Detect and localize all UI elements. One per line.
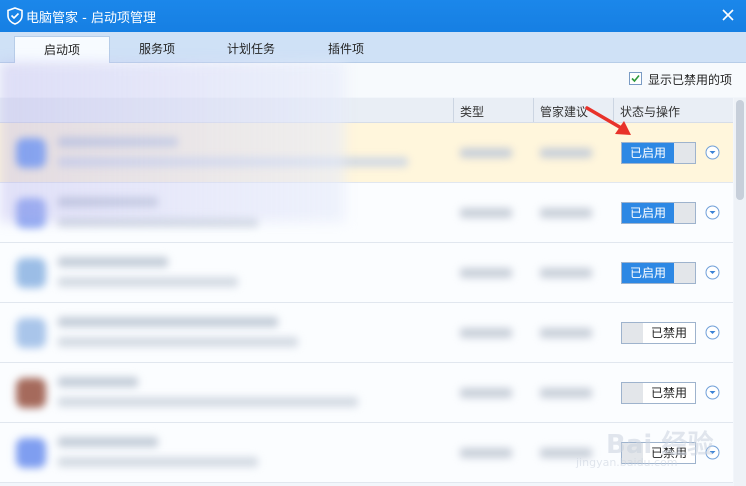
tab-services[interactable]: 服务项 bbox=[120, 36, 194, 62]
enabled-toggle[interactable]: 已启用 bbox=[621, 262, 696, 284]
app-icon bbox=[16, 258, 46, 288]
scrollbar-thumb[interactable] bbox=[736, 100, 744, 200]
watermark-sub: jingyan.baidu.com bbox=[576, 456, 678, 469]
table-row[interactable]: 已启用 bbox=[0, 243, 733, 303]
type-cell-blurred bbox=[460, 148, 512, 158]
item-desc-blurred bbox=[58, 457, 258, 467]
chevron-down-icon[interactable] bbox=[705, 265, 720, 280]
type-cell-blurred bbox=[460, 388, 512, 398]
toggle-state-label: 已启用 bbox=[622, 143, 674, 163]
item-name-blurred bbox=[58, 257, 168, 267]
window-title: 电脑管家 - 启动项管理 bbox=[26, 11, 156, 26]
table-row[interactable]: 已禁用 bbox=[0, 303, 733, 363]
annotation-arrow-icon bbox=[585, 106, 631, 135]
column-type[interactable]: 类型 bbox=[460, 103, 484, 120]
show-disabled-checkbox[interactable] bbox=[629, 72, 642, 85]
type-cell-blurred bbox=[460, 208, 512, 218]
watermark: Bai 经验 jingyan.baidu.com bbox=[566, 420, 746, 486]
app-icon bbox=[16, 378, 46, 408]
close-icon[interactable] bbox=[718, 5, 738, 25]
toggle-knob bbox=[622, 323, 644, 343]
advice-cell-blurred bbox=[540, 208, 592, 218]
disabled-toggle[interactable]: 已禁用 bbox=[621, 382, 696, 404]
item-name-blurred bbox=[58, 317, 278, 327]
chevron-down-icon[interactable] bbox=[705, 145, 720, 160]
chevron-down-icon[interactable] bbox=[705, 205, 720, 220]
chevron-down-icon[interactable] bbox=[705, 385, 720, 400]
toggle-knob bbox=[674, 203, 695, 223]
toggle-knob bbox=[622, 383, 644, 403]
app-icon bbox=[16, 318, 46, 348]
tab-bar: 启动项 服务项 计划任务 插件项 bbox=[0, 32, 746, 63]
toggle-state-label: 已启用 bbox=[622, 263, 674, 283]
item-desc-blurred bbox=[58, 337, 298, 347]
advice-cell-blurred bbox=[540, 328, 592, 338]
app-icon bbox=[16, 438, 46, 468]
column-advice[interactable]: 管家建议 bbox=[540, 103, 588, 120]
type-cell-blurred bbox=[460, 268, 512, 278]
item-name-blurred bbox=[58, 437, 158, 447]
check-icon bbox=[631, 74, 640, 83]
tab-startup[interactable]: 启动项 bbox=[14, 36, 110, 63]
enabled-toggle[interactable]: 已启用 bbox=[621, 142, 696, 164]
column-divider bbox=[453, 98, 454, 122]
advice-cell-blurred bbox=[540, 148, 592, 158]
blurred-region bbox=[0, 62, 345, 222]
enabled-toggle[interactable]: 已启用 bbox=[621, 202, 696, 224]
toggle-state-label: 已启用 bbox=[622, 203, 674, 223]
show-disabled-label: 显示已禁用的项 bbox=[648, 73, 733, 87]
table-row[interactable]: 已禁用 bbox=[0, 363, 733, 423]
chevron-down-icon[interactable] bbox=[705, 325, 720, 340]
advice-cell-blurred bbox=[540, 268, 592, 278]
type-cell-blurred bbox=[460, 328, 512, 338]
toggle-state-label: 已禁用 bbox=[643, 323, 695, 343]
item-name-blurred bbox=[58, 377, 138, 387]
tab-plugins[interactable]: 插件项 bbox=[312, 36, 380, 62]
shield-icon bbox=[7, 7, 23, 25]
type-cell-blurred bbox=[460, 448, 512, 458]
advice-cell-blurred bbox=[540, 388, 592, 398]
toggle-knob bbox=[674, 143, 695, 163]
disabled-toggle[interactable]: 已禁用 bbox=[621, 322, 696, 344]
item-desc-blurred bbox=[58, 277, 238, 287]
toggle-knob bbox=[674, 263, 695, 283]
toggle-state-label: 已禁用 bbox=[643, 383, 695, 403]
item-desc-blurred bbox=[58, 397, 358, 407]
column-divider bbox=[533, 98, 534, 122]
tab-scheduled-tasks[interactable]: 计划任务 bbox=[212, 36, 290, 62]
title-bar: 电脑管家 - 启动项管理 bbox=[0, 0, 746, 32]
